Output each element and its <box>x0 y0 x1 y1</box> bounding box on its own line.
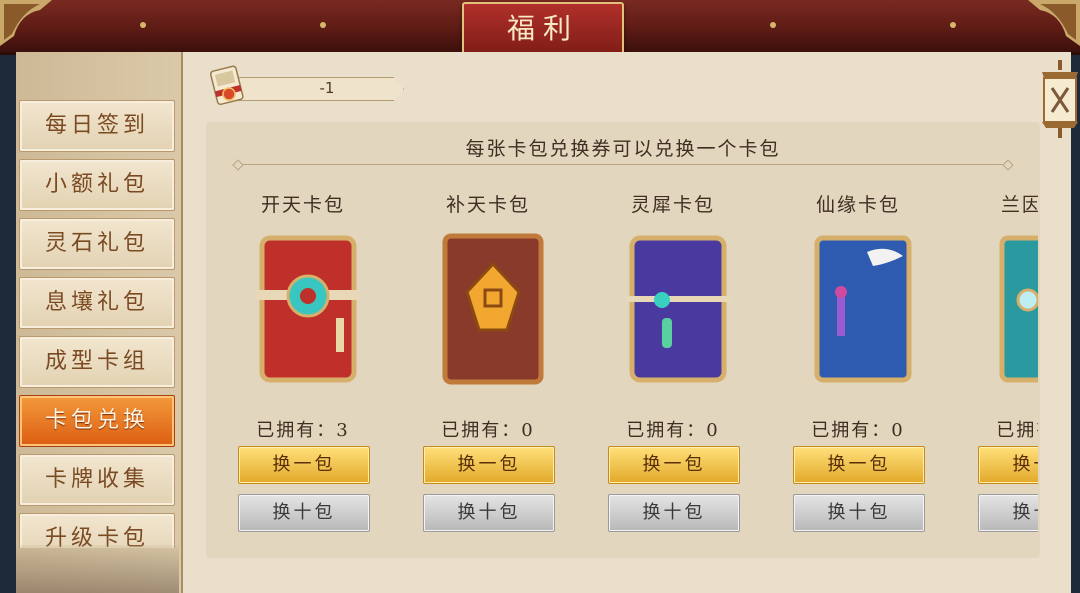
butian-pack-icon <box>442 233 544 385</box>
ticket-count: -1 <box>319 79 335 97</box>
exchange-ten-button[interactable]: 换十包 <box>238 494 370 532</box>
pack-list: 开天卡包 已拥有：3 换一包 换十包 补天卡包 已拥有：0 换一包 换十包 灵犀… <box>206 170 1038 550</box>
exchange-one-button[interactable]: 换一包 <box>978 446 1038 484</box>
exchange-one-button[interactable]: 换一包 <box>238 446 370 484</box>
rivet-decoration <box>320 22 326 28</box>
rivet-decoration <box>950 22 956 28</box>
pack-owned-count: 已拥有：3 <box>256 420 350 441</box>
pack-name: 补天卡包 <box>445 194 530 216</box>
sidebar-list: 每日签到 小额礼包 灵石礼包 息壤礼包 成型卡组 卡包兑换 卡牌收集 升级卡包 <box>16 58 179 548</box>
pack-card: 灵犀卡包 已拥有：0 换一包 换十包 <box>608 170 758 540</box>
exchange-notice: 每张卡包兑换券可以兑换一个卡包 <box>465 138 781 160</box>
divider <box>238 164 1008 165</box>
sidebar-item-small-gift[interactable]: 小额礼包 <box>19 159 175 211</box>
pack-card: 开天卡包 已拥有：3 换一包 换十包 <box>238 170 388 540</box>
exchange-ten-button[interactable]: 换十包 <box>608 494 740 532</box>
sidebar-item-deck-prebuilt[interactable]: 成型卡组 <box>19 336 175 388</box>
exchange-ticket-icon <box>209 65 244 106</box>
exchange-ten-button[interactable]: 换十包 <box>793 494 925 532</box>
sidebar-item-daily-signin[interactable]: 每日签到 <box>19 100 175 152</box>
pack-owned-count: 已拥有：0 <box>996 420 1038 441</box>
rivet-decoration <box>140 22 146 28</box>
sidebar-fade <box>16 545 179 593</box>
lanyin-pack-icon <box>999 235 1038 383</box>
pack-owned-count: 已拥有：0 <box>811 420 905 441</box>
pack-name: 灵犀卡包 <box>630 194 715 216</box>
sidebar-item-upgrade-pack[interactable]: 升级卡包 <box>19 513 175 548</box>
exchange-one-button[interactable]: 换一包 <box>793 446 925 484</box>
rivet-decoration <box>770 22 776 28</box>
sidebar-item-pack-exchange[interactable]: 卡包兑换 <box>19 395 175 447</box>
sidebar-item-spirit-stone-gift[interactable]: 灵石礼包 <box>19 218 175 270</box>
pack-card: 兰因卡包 已拥有：0 换一包 换十包 <box>978 170 1038 540</box>
corner-ornament-icon <box>0 0 52 46</box>
close-icon[interactable] <box>1038 60 1080 140</box>
pack-owned-count: 已拥有：0 <box>441 420 535 441</box>
pack-name: 仙缘卡包 <box>815 194 900 216</box>
sidebar-item-card-collection[interactable]: 卡牌收集 <box>19 454 175 506</box>
pack-name: 兰因卡包 <box>1000 194 1038 216</box>
pack-card: 仙缘卡包 已拥有：0 换一包 换十包 <box>793 170 943 540</box>
pack-owned-count: 已拥有：0 <box>626 420 720 441</box>
pack-name: 开天卡包 <box>260 194 345 216</box>
corner-ornament-icon <box>1028 0 1080 46</box>
exchange-ten-button[interactable]: 换十包 <box>423 494 555 532</box>
kaitian-pack-icon <box>256 235 360 383</box>
exchange-one-button[interactable]: 换一包 <box>423 446 555 484</box>
sidebar-item-xirang-gift[interactable]: 息壤礼包 <box>19 277 175 329</box>
exchange-one-button[interactable]: 换一包 <box>608 446 740 484</box>
exchange-ten-button[interactable]: 换十包 <box>978 494 1038 532</box>
page-title: 福利 <box>462 2 624 58</box>
lingxi-pack-icon <box>626 235 730 383</box>
xianyuan-pack-icon <box>814 235 912 383</box>
pack-card: 补天卡包 已拥有：0 换一包 换十包 <box>423 170 573 540</box>
